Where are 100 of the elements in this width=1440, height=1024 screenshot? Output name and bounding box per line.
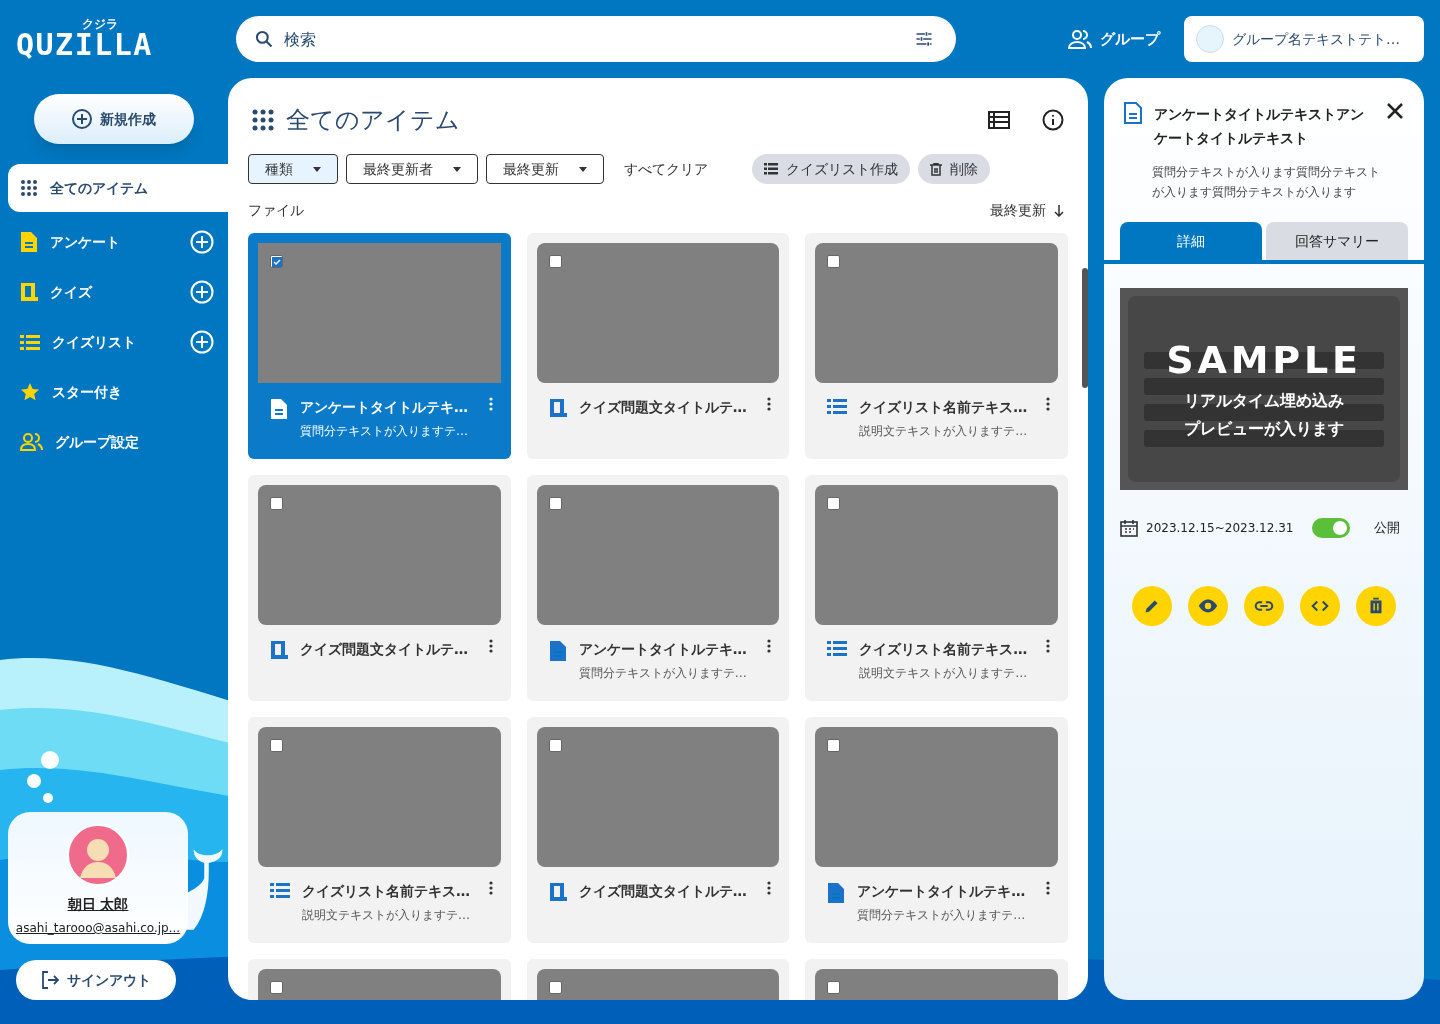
sort-button[interactable]: 最終更新: [990, 200, 1064, 221]
card-title: アンケートタイトルテキ…: [578, 640, 748, 659]
more-icon[interactable]: [767, 397, 772, 411]
group-label: グループ: [1100, 28, 1160, 50]
user-name: 朝日 太郎: [67, 895, 129, 914]
more-icon[interactable]: [1046, 639, 1050, 653]
action-button[interactable]: クイズリスト作成: [752, 154, 910, 184]
tab[interactable]: 回答サマリー: [1266, 222, 1408, 260]
quiz-icon: [20, 282, 38, 302]
item-card[interactable]: クイズリスト名前テキス… 説明文テキストが入りますテ…: [248, 717, 511, 943]
document-icon: [548, 640, 567, 662]
more-icon[interactable]: [1046, 397, 1050, 411]
nav-item[interactable]: クイズ: [8, 272, 190, 312]
filter-dropdown[interactable]: 種類: [248, 154, 338, 184]
caret-icon: [313, 166, 321, 172]
edit-button[interactable]: [1132, 586, 1172, 626]
scrollbar[interactable]: [1082, 268, 1088, 388]
card-title: クイズ問題文タイトルテ…: [300, 640, 469, 659]
filter-dropdown[interactable]: 最終更新: [486, 154, 604, 184]
item-card[interactable]: クイズ問題文タイトルテ…: [526, 233, 790, 459]
checkbox[interactable]: [827, 497, 841, 510]
checkbox[interactable]: [827, 739, 841, 752]
add-icon[interactable]: [190, 230, 214, 254]
detail-description: 質問分テキストが入ります質問分テキストが入ります質問分テキストが入ります: [1151, 164, 1381, 201]
group-selector[interactable]: グループ名テキストテト…: [1184, 16, 1424, 62]
public-toggle[interactable]: [1312, 518, 1350, 538]
avatar-icon[interactable]: [67, 824, 129, 886]
nav-item[interactable]: スター付き: [8, 372, 228, 412]
checkbox[interactable]: [270, 497, 283, 510]
star-icon: [20, 382, 40, 402]
checkbox[interactable]: [270, 255, 283, 268]
more-icon[interactable]: [488, 639, 493, 653]
checkbox[interactable]: [548, 739, 562, 752]
more-icon[interactable]: [1046, 881, 1050, 895]
card-subtitle: 説明文テキストが入りますテ…: [302, 907, 471, 924]
add-icon[interactable]: [190, 280, 214, 304]
signout-button[interactable]: サインアウト: [16, 960, 176, 1000]
nav-item[interactable]: アンケート: [8, 222, 190, 262]
card-subtitle: 説明文テキストが入りますテ…: [859, 665, 1029, 682]
caret-icon: [453, 166, 461, 172]
checkbox[interactable]: [548, 497, 562, 510]
tab[interactable]: 詳細: [1120, 222, 1262, 260]
list-icon: [827, 398, 848, 415]
quiz-icon: [270, 640, 288, 660]
item-card[interactable]: クイズリスト名前テキス… 説明文テキストが入りますテ…: [805, 475, 1068, 701]
filter-dropdown[interactable]: 最終更新者: [346, 154, 478, 184]
checkbox[interactable]: [270, 981, 283, 994]
filter-icon[interactable]: [914, 29, 934, 49]
group-icon: [20, 433, 43, 451]
more-icon[interactable]: [767, 639, 772, 653]
checkbox[interactable]: [827, 255, 841, 268]
group-icon: [1068, 29, 1092, 49]
embed-button[interactable]: [1300, 586, 1340, 626]
add-icon: [72, 109, 92, 129]
info-icon[interactable]: [1042, 109, 1064, 131]
nav-item[interactable]: クイズリスト: [8, 322, 190, 362]
checkbox[interactable]: [827, 981, 841, 994]
item-card[interactable]: クイズ問題文タイトルテ…: [248, 475, 511, 701]
checkbox[interactable]: [548, 255, 562, 268]
close-icon[interactable]: [1386, 102, 1404, 120]
user-email[interactable]: asahi_tarooo@asahi.co.jp...: [15, 919, 181, 937]
view-button[interactable]: [1188, 586, 1228, 626]
preview-watermark: SAMPLE: [1166, 337, 1362, 385]
item-card[interactable]: クイズ問題文タイトルテ…: [526, 717, 790, 943]
group-avatar-icon: [1196, 25, 1224, 53]
document-icon: [1124, 102, 1142, 124]
new-button[interactable]: 新規作成: [34, 94, 194, 144]
card-title: クイズリスト名前テキス…: [859, 640, 1029, 659]
checkbox[interactable]: [270, 739, 283, 752]
signout-icon: [41, 971, 59, 989]
document-icon: [827, 882, 846, 904]
card-subtitle: 質問分テキストが入りますテ…: [578, 665, 748, 682]
item-card[interactable]: アンケートタイトルテキ… 質問分テキストが入りますテ…: [805, 717, 1068, 943]
list-view-icon[interactable]: [988, 110, 1010, 130]
quiz-icon: [548, 398, 567, 418]
card-subtitle: 説明文テキストが入りますテ…: [859, 423, 1029, 440]
item-card[interactable]: アンケートタイトルテキ… 質問分テキストが入りますテ…: [526, 475, 790, 701]
item-card[interactable]: クイズリスト名前テキス… 説明文テキストが入りますテ…: [805, 233, 1068, 459]
list-icon: [270, 882, 290, 899]
item-card[interactable]: アンケートタイトルテキ… 質問分テキストが入りますテ…: [248, 233, 511, 459]
sort-arrow-icon: [1054, 204, 1064, 217]
search-field[interactable]: 検索: [236, 16, 956, 62]
checkbox[interactable]: [548, 981, 562, 994]
clear-button[interactable]: すべてクリア: [612, 158, 720, 180]
more-icon[interactable]: [488, 881, 493, 895]
delete-button[interactable]: [1356, 586, 1396, 626]
nav-item[interactable]: 全てのアイテム: [8, 164, 228, 212]
card-subtitle: 質問分テキストが入りますテ…: [300, 423, 469, 440]
card-title: クイズリスト名前テキス…: [302, 882, 471, 901]
document-icon: [270, 398, 288, 420]
card-title: アンケートタイトルテキ…: [857, 882, 1027, 901]
add-icon[interactable]: [190, 330, 214, 354]
action-button[interactable]: 削除: [918, 154, 990, 184]
nav-item[interactable]: グループ設定: [8, 422, 228, 462]
list-icon: [20, 333, 40, 351]
logo[interactable]: クジラ QUZILLA: [16, 14, 212, 64]
more-icon[interactable]: [767, 881, 772, 895]
caret-icon: [579, 166, 587, 172]
link-button[interactable]: [1244, 586, 1284, 626]
card-title: クイズ問題文タイトルテ…: [578, 398, 748, 417]
